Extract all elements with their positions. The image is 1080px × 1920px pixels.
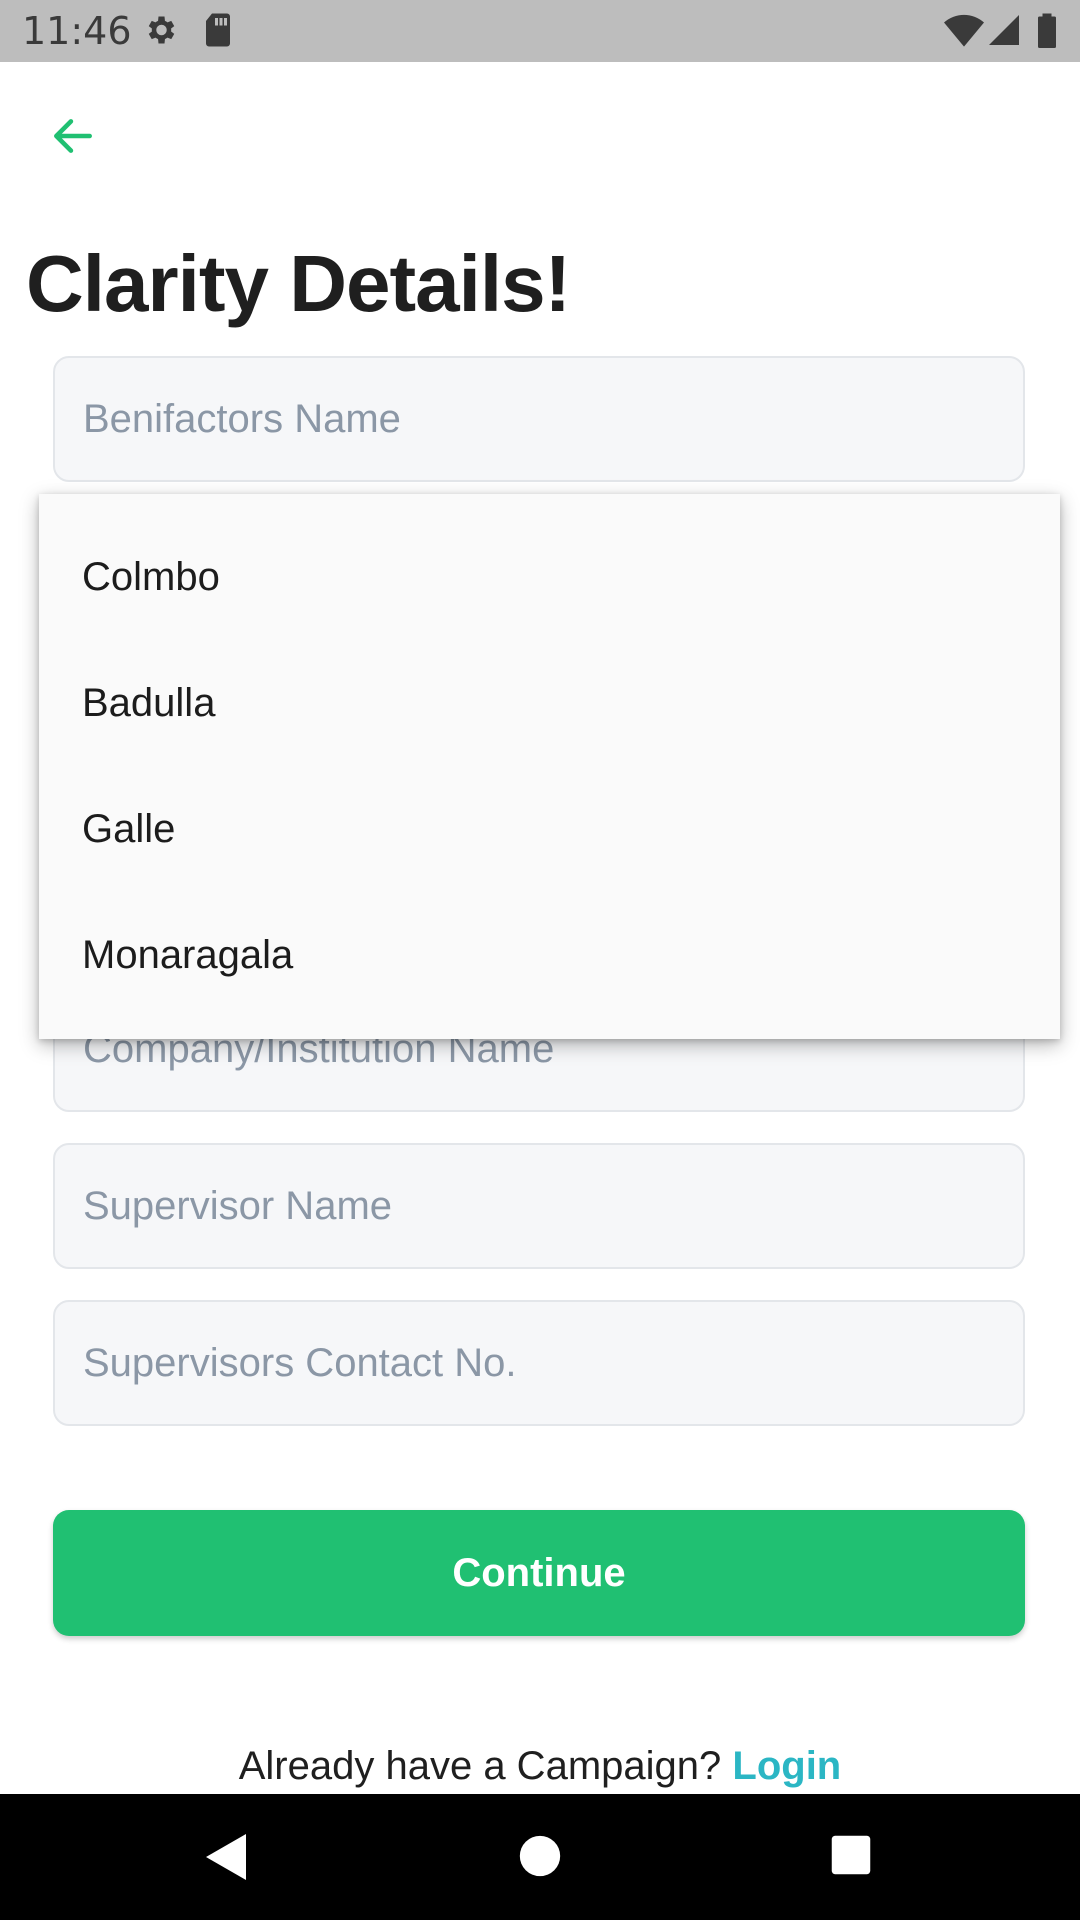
sd-card-icon (202, 12, 234, 53)
signal-icon (986, 12, 1022, 53)
continue-button[interactable]: Continue (53, 1510, 1025, 1636)
status-bar: 11:46 (0, 0, 1080, 62)
supervisor-name-placeholder: Supervisor Name (83, 1183, 393, 1228)
login-link[interactable]: Login (732, 1744, 841, 1788)
back-button[interactable] (40, 105, 106, 171)
recents-square-icon[interactable] (830, 1834, 872, 1881)
supervisor-contact-input[interactable]: Supervisors Contact No. (53, 1300, 1025, 1426)
supervisor-contact-placeholder: Supervisors Contact No. (83, 1340, 517, 1385)
dropdown-option-badulla[interactable]: Badulla (82, 653, 1022, 753)
login-prompt-text: Already have a Campaign? (238, 1744, 722, 1788)
supervisor-name-input[interactable]: Supervisor Name (53, 1143, 1025, 1269)
back-triangle-icon[interactable] (202, 1830, 250, 1889)
status-time: 11:46 (22, 9, 132, 53)
dropdown-option-monaragala[interactable]: Monaragala (82, 905, 1022, 1005)
wifi-icon (944, 12, 984, 53)
district-dropdown-menu: Colmbo Badulla Galle Monaragala (39, 494, 1060, 1039)
gear-icon (142, 12, 178, 53)
battery-icon (1036, 12, 1058, 53)
navigation-bar (0, 1794, 1080, 1920)
benefactors-name-placeholder: Benifactors Name (83, 396, 401, 441)
dropdown-option-colmbo[interactable]: Colmbo (82, 527, 1022, 627)
page-title: Clarity Details! (26, 239, 571, 328)
dropdown-option-galle[interactable]: Galle (82, 779, 1022, 879)
home-circle-icon[interactable] (518, 1834, 562, 1883)
login-prompt-row: Already have a Campaign? Login (0, 1744, 1080, 1789)
benefactors-name-input[interactable]: Benifactors Name (53, 356, 1025, 482)
arrow-left-icon (48, 111, 98, 166)
